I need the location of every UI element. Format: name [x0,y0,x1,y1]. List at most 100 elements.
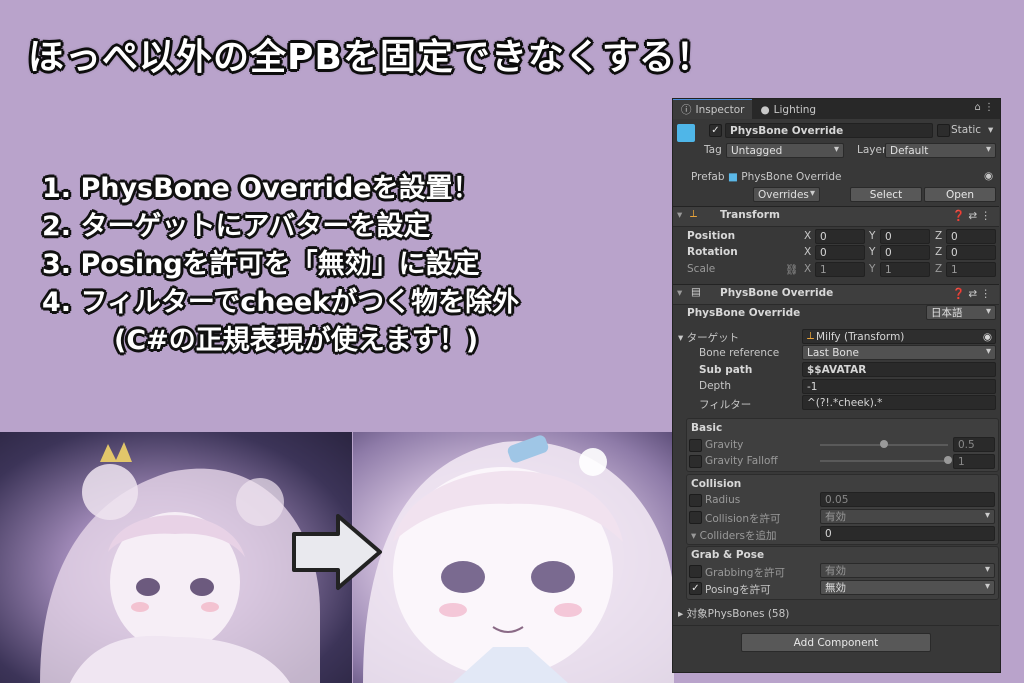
collision-title: Collision [691,478,742,490]
prefab-cube-icon: ■ [728,171,738,183]
component-foldout-icon[interactable]: ▾ [677,287,682,299]
grab-pose-title: Grab & Pose [691,549,765,561]
divider [673,625,999,626]
transform-small-icon: ⟂ [807,330,815,342]
target-field[interactable]: ⟂ Milfy (Transform) ◉ [802,329,996,344]
link-icon[interactable]: ⛓ [785,263,798,276]
gravity-falloff-label: Gravity Falloff [705,455,778,467]
add-component-button[interactable]: Add Component [741,633,931,652]
transform-title: Transform [720,209,780,221]
overrides-dropdown[interactable]: Overrides [753,187,820,202]
grabbing-dropdown[interactable]: 有効 [820,563,995,578]
posing-dropdown[interactable]: 無効 [820,580,995,595]
position-z-label: Z [935,230,943,242]
bone-ref-dropdown[interactable]: Last Bone [802,345,996,360]
filter-field[interactable]: ^(?!.*cheek).* [802,395,996,410]
grabbing-checkbox[interactable] [689,565,702,578]
radius-field[interactable]: 0.05 [820,492,995,507]
rotation-z-label: Z [935,246,943,258]
open-button[interactable]: Open [924,187,996,202]
gravity-falloff-slider[interactable] [820,460,948,462]
rotation-z[interactable]: 0 [946,245,996,260]
rotation-x-label: X [804,246,812,258]
rotation-label: Rotation [687,246,738,258]
depth-field[interactable]: -1 [802,379,996,394]
posing-checkbox[interactable]: ✓ [689,582,702,595]
subpath-field[interactable]: $$AVATAR [802,362,996,377]
static-dropdown-icon[interactable]: ▾ [988,124,993,136]
scale-label: Scale [687,263,716,275]
headline: ほっぺ以外の全PBを固定できなくする！ [28,37,713,78]
scale-y-label: Y [869,263,876,275]
colliders-add-field[interactable]: 0 [820,526,995,541]
prefab-label: Prefab [691,171,725,183]
depth-label: Depth [699,380,731,392]
transform-axes-icon: ⟂ [690,208,698,220]
inspector-tabs: ⓘ Inspector ● Lighting ⌂ ⋮ [673,99,1000,119]
collision-allow-label: Collisionを許可 [705,513,781,525]
language-dropdown[interactable]: 日本語 [926,305,996,320]
position-y-label: Y [869,230,876,242]
prefab-target-icon[interactable]: ◉ [984,170,993,182]
radius-checkbox[interactable] [689,494,702,507]
tab-inspector[interactable]: ⓘ Inspector [673,99,753,119]
rotation-x[interactable]: 0 [815,245,865,260]
object-name-field[interactable]: PhysBone Override [725,123,933,138]
step-2: 2. ターゲットにアバターを設定 [42,211,431,242]
filter-label: フィルター [699,399,752,411]
subpath-label: Sub path [699,364,753,376]
rotation-y[interactable]: 0 [880,245,930,260]
foldout-arrow-icon[interactable]: ▾ [677,209,682,221]
scale-x-label: X [804,263,812,275]
component-menu-icons[interactable]: ❓ ⇄ ⋮ [952,287,991,300]
static-checkbox[interactable] [937,124,950,137]
layer-dropdown[interactable]: Default [885,143,996,158]
scale-z-label: Z [935,263,943,275]
gravity-falloff-slider-knob[interactable] [944,456,952,464]
step-4: 4. フィルターでcheekがつく物を除外 [42,287,520,318]
position-z[interactable]: 0 [946,229,996,244]
tab-lighting[interactable]: ● Lighting [752,100,824,119]
scale-y[interactable]: 1 [880,262,930,277]
step-4-note: (C#の正規表現が使えます！) [114,325,479,356]
scale-z[interactable]: 1 [946,262,996,277]
select-button[interactable]: Select [850,187,922,202]
info-icon: ⓘ [681,104,692,116]
tag-dropdown[interactable]: Untagged [726,143,844,158]
target-foldout-label[interactable]: ▾ ターゲット [678,330,739,345]
position-x-label: X [804,230,812,242]
script-icon: ▤ [691,286,701,298]
collision-allow-dropdown[interactable]: 有効 [820,509,995,524]
object-cube-icon [677,124,695,142]
gravity-checkbox[interactable] [689,439,702,452]
targets-foldout[interactable]: ▸ 対象PhysBones (58) [678,606,789,621]
component-name-label: PhysBone Override [687,307,801,319]
position-y[interactable]: 0 [880,229,930,244]
lightbulb-icon: ● [760,103,770,116]
posing-label: Posingを許可 [705,584,771,596]
prefab-value: ■ PhysBone Override [728,171,842,183]
gravity-slider-knob[interactable] [880,440,888,448]
bone-ref-label: Bone reference [699,347,780,359]
rotation-y-label: Y [869,246,876,258]
scale-x[interactable]: 1 [815,262,865,277]
tag-label: Tag [704,144,722,156]
step-3: 3. Posingを許可を「無効」に設定 [42,249,480,280]
radius-label: Radius [705,494,741,506]
position-x[interactable]: 0 [815,229,865,244]
steps-list: 1. PhysBone Overrideを設置！ 2. ターゲットにアバターを設… [42,170,519,360]
target-picker-icon[interactable]: ◉ [983,331,992,343]
gravity-value[interactable]: 0.5 [953,437,995,452]
position-label: Position [687,230,736,242]
active-checkbox[interactable]: ✓ [709,124,722,137]
gravity-falloff-value[interactable]: 1 [953,454,995,469]
transform-menu-icons[interactable]: ❓ ⇄ ⋮ [952,209,991,222]
component-title: PhysBone Override [720,287,834,299]
grabbing-label: Grabbingを許可 [705,567,785,579]
colliders-add-label[interactable]: ▾ Collidersを追加 [691,528,777,543]
gravity-falloff-checkbox[interactable] [689,455,702,468]
layer-label: Layer [857,144,887,156]
arrow-right-icon [292,514,382,590]
lock-icon[interactable]: ⌂ ⋮ [974,102,994,113]
collision-allow-checkbox[interactable] [689,511,702,524]
